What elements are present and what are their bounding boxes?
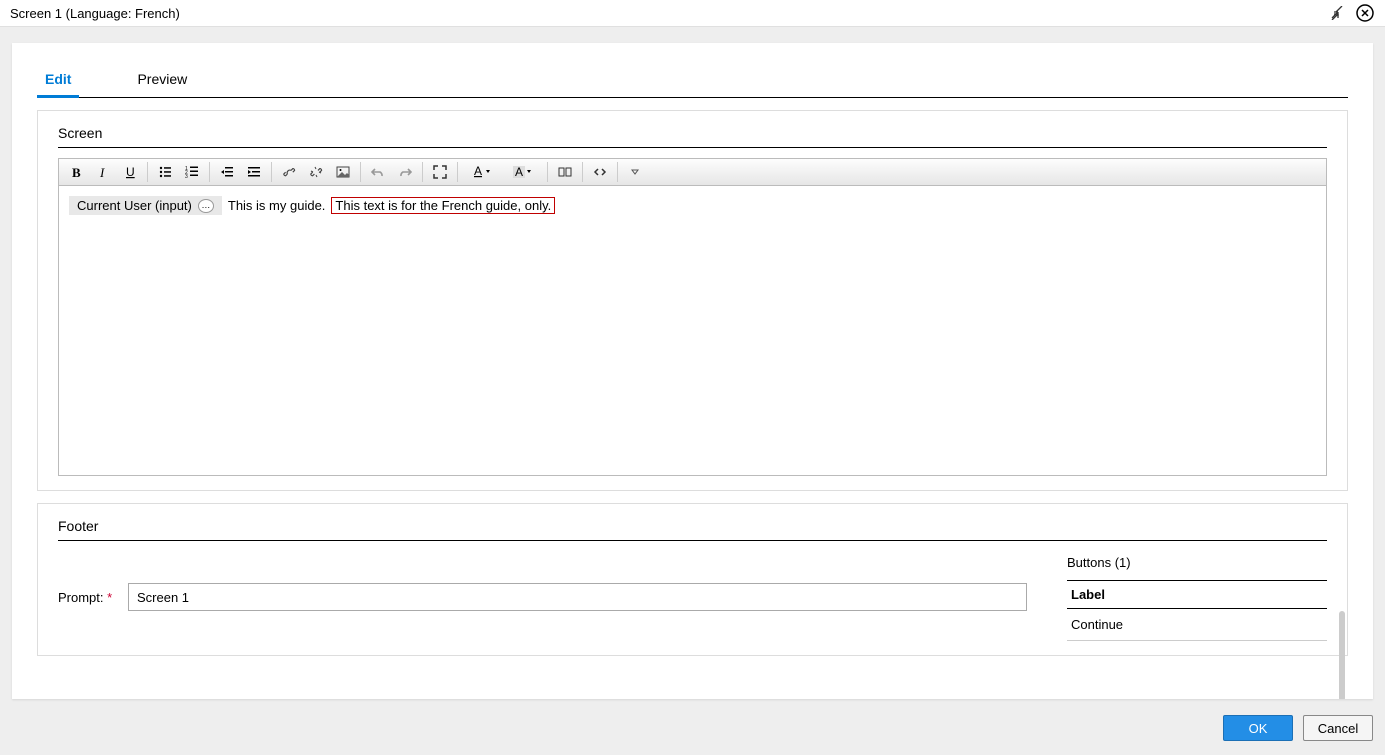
toolbar-separator bbox=[147, 162, 148, 182]
buttons-table-header: Label bbox=[1067, 580, 1327, 609]
scrollbar[interactable] bbox=[1339, 611, 1345, 699]
titlebar: Screen 1 (Language: French) bbox=[0, 0, 1385, 27]
editor-body[interactable]: Current User (input) … This is my guide.… bbox=[58, 186, 1327, 476]
svg-text:2: 2 bbox=[185, 170, 188, 176]
outdent-icon[interactable] bbox=[214, 161, 240, 183]
titlebar-actions bbox=[1327, 3, 1375, 23]
svg-text:1: 1 bbox=[185, 166, 188, 172]
ok-button[interactable]: OK bbox=[1223, 715, 1293, 741]
prompt-input[interactable] bbox=[128, 583, 1027, 611]
maximize-icon[interactable] bbox=[427, 161, 453, 183]
svg-text:A: A bbox=[474, 165, 482, 178]
variable-token[interactable]: Current User (input) … bbox=[69, 196, 222, 215]
bullet-list-icon[interactable] bbox=[152, 161, 178, 183]
more-dropdown-icon[interactable] bbox=[622, 161, 648, 183]
tab-strip: Edit Preview bbox=[37, 63, 1348, 98]
highlight-color-icon[interactable]: A bbox=[503, 161, 543, 183]
source-icon[interactable] bbox=[587, 161, 613, 183]
link-icon[interactable] bbox=[276, 161, 302, 183]
toolbar-separator bbox=[617, 162, 618, 182]
buttons-table-row[interactable]: Continue bbox=[1067, 609, 1327, 641]
cancel-button[interactable]: Cancel bbox=[1303, 715, 1373, 741]
divider bbox=[58, 540, 1327, 541]
close-icon[interactable] bbox=[1355, 3, 1375, 23]
window-title: Screen 1 (Language: French) bbox=[10, 6, 1327, 21]
editor-line: Current User (input) … This is my guide.… bbox=[69, 196, 1316, 215]
main-panel: Edit Preview Screen B I U 123 bbox=[12, 43, 1373, 699]
undo-icon[interactable] bbox=[365, 161, 391, 183]
italic-icon[interactable]: I bbox=[90, 161, 116, 183]
font-color-icon[interactable]: A bbox=[462, 161, 502, 183]
tab-edit[interactable]: Edit bbox=[37, 63, 79, 97]
tab-preview[interactable]: Preview bbox=[129, 63, 195, 97]
bold-icon[interactable]: B bbox=[63, 161, 89, 183]
token-label: Current User (input) bbox=[77, 198, 192, 213]
toolbar-separator bbox=[360, 162, 361, 182]
variable-icon[interactable] bbox=[552, 161, 578, 183]
token-ellipsis-icon[interactable]: … bbox=[198, 199, 214, 213]
toolbar-separator bbox=[457, 162, 458, 182]
divider bbox=[58, 147, 1327, 148]
svg-text:I: I bbox=[99, 166, 105, 179]
editor-text: This is my guide. bbox=[228, 198, 326, 213]
unlink-icon[interactable] bbox=[303, 161, 329, 183]
number-list-icon[interactable]: 123 bbox=[179, 161, 205, 183]
buttons-title: Buttons (1) bbox=[1067, 555, 1327, 570]
svg-text:3: 3 bbox=[185, 174, 188, 179]
footer-section-title: Footer bbox=[58, 518, 1327, 534]
footer-left: Prompt: * bbox=[58, 551, 1027, 641]
restore-icon[interactable] bbox=[1327, 3, 1347, 23]
editor-toolbar: B I U 123 A A bbox=[58, 158, 1327, 186]
image-icon[interactable] bbox=[330, 161, 356, 183]
prompt-label: Prompt: * bbox=[58, 590, 118, 605]
redo-icon[interactable] bbox=[392, 161, 418, 183]
toolbar-separator bbox=[271, 162, 272, 182]
dialog-window: Screen 1 (Language: French) Edit Preview… bbox=[0, 0, 1385, 755]
editor-highlighted-text: This text is for the French guide, only. bbox=[331, 197, 555, 214]
toolbar-separator bbox=[422, 162, 423, 182]
footer-right: Buttons (1) Label Continue bbox=[1067, 551, 1327, 641]
screen-section-title: Screen bbox=[58, 125, 1327, 141]
prompt-row: Prompt: * bbox=[58, 583, 1027, 611]
indent-icon[interactable] bbox=[241, 161, 267, 183]
footer-card: Footer Prompt: * Buttons (1) Label Conti… bbox=[37, 503, 1348, 656]
dialog-actions: OK Cancel bbox=[1223, 715, 1373, 741]
toolbar-separator bbox=[547, 162, 548, 182]
svg-text:B: B bbox=[72, 166, 81, 179]
underline-icon[interactable]: U bbox=[117, 161, 143, 183]
screen-card: Screen B I U 123 bbox=[37, 110, 1348, 491]
svg-text:A: A bbox=[515, 165, 523, 179]
svg-text:U: U bbox=[126, 166, 135, 179]
toolbar-separator bbox=[209, 162, 210, 182]
toolbar-separator bbox=[582, 162, 583, 182]
